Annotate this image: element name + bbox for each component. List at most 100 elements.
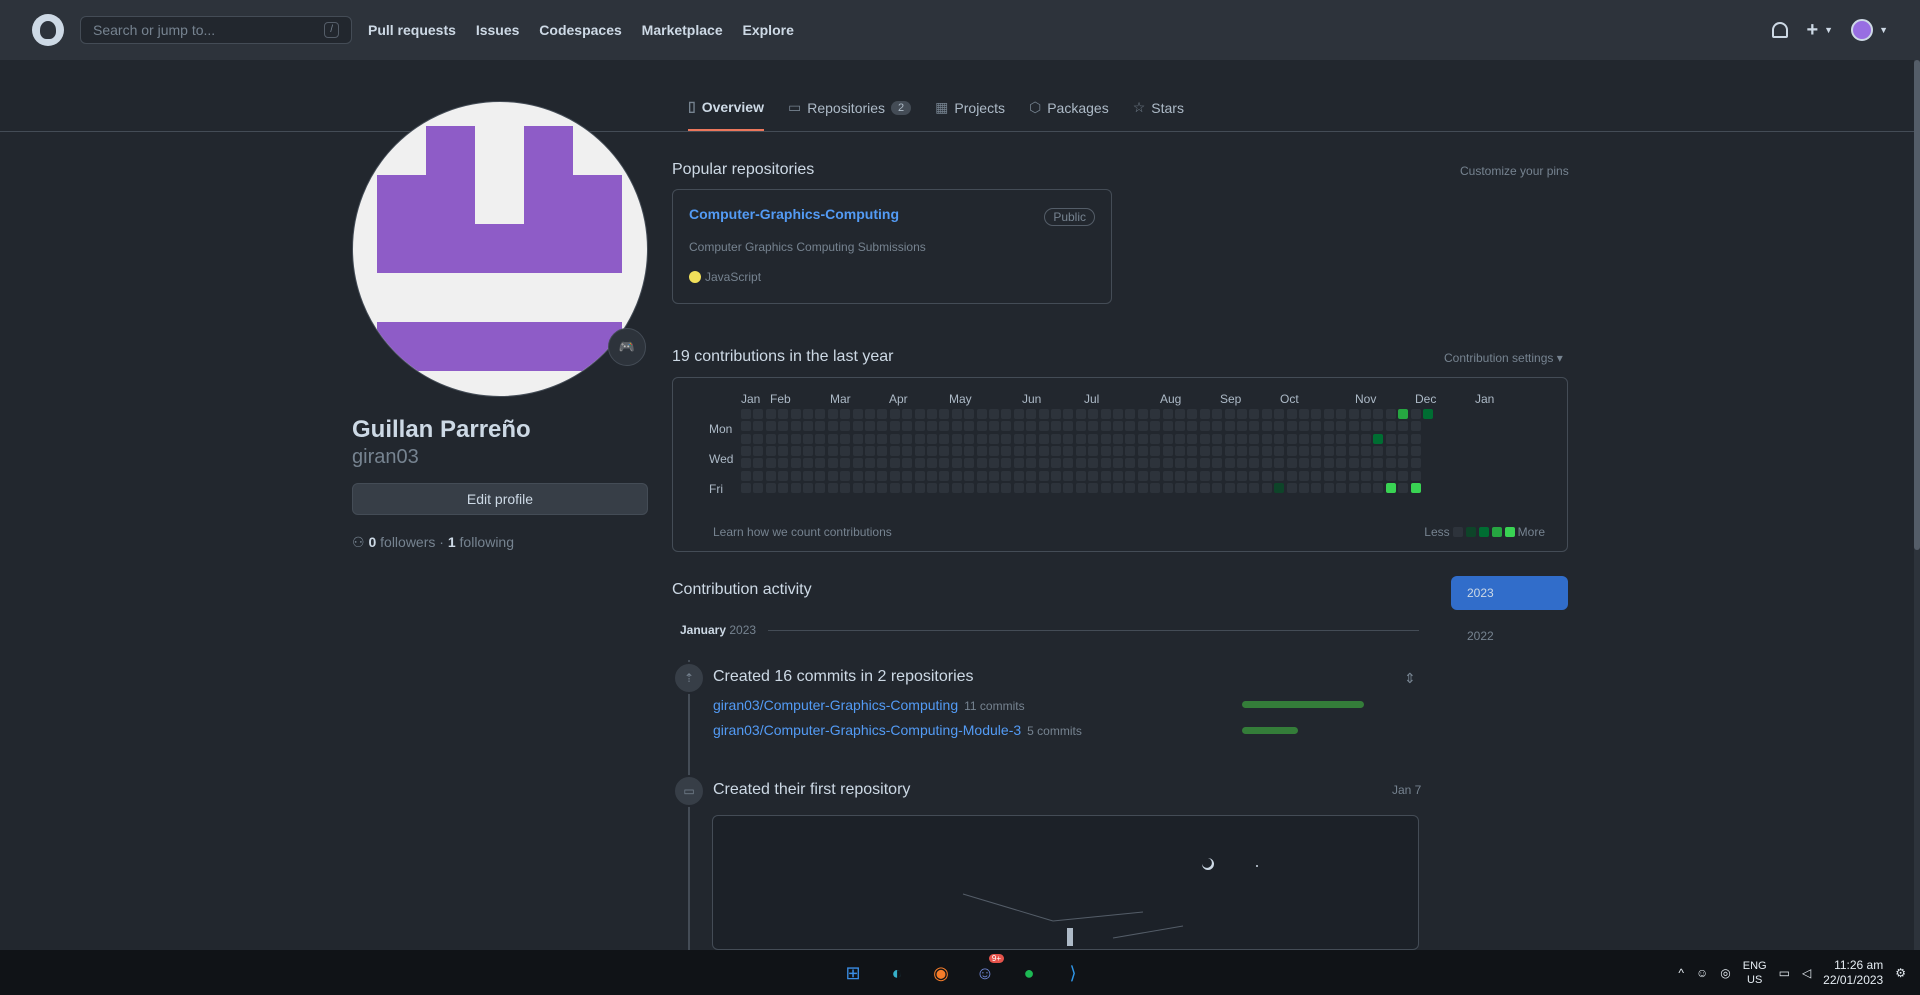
contribution-cell[interactable] — [790, 421, 801, 432]
contribution-cell[interactable] — [964, 421, 975, 432]
contribution-cell[interactable] — [865, 421, 875, 432]
contribution-cell[interactable] — [976, 458, 987, 469]
contribution-cell[interactable] — [1051, 433, 1061, 444]
contribution-cell[interactable] — [1150, 470, 1161, 481]
contribution-cell[interactable] — [1075, 445, 1086, 456]
contribution-cell[interactable] — [1100, 421, 1111, 432]
contribution-cell[interactable] — [1199, 482, 1210, 493]
contribution-cell[interactable] — [1212, 445, 1223, 456]
contribution-cell[interactable] — [1162, 482, 1173, 493]
nav-explore[interactable]: Explore — [743, 22, 794, 38]
contribution-cell[interactable] — [1137, 482, 1148, 493]
contribution-cell[interactable] — [790, 482, 801, 493]
camera-tray-icon[interactable]: ◎ — [1720, 966, 1730, 980]
contribution-cell[interactable] — [1336, 470, 1347, 481]
contribution-cell[interactable] — [1224, 470, 1235, 481]
contribution-cell[interactable] — [1361, 482, 1371, 493]
contribution-cell[interactable] — [889, 421, 900, 432]
followers-count[interactable]: 0 — [368, 534, 376, 550]
contribution-cell[interactable] — [1224, 445, 1235, 456]
contribution-cell[interactable] — [1299, 409, 1309, 419]
contribution-cell[interactable] — [790, 470, 801, 481]
contribution-cell[interactable] — [1038, 421, 1049, 432]
contribution-cell[interactable] — [1299, 470, 1309, 481]
contribution-cell[interactable] — [1336, 482, 1347, 493]
contribution-cell[interactable] — [1125, 458, 1136, 469]
contribution-cell[interactable] — [902, 458, 913, 469]
contribution-cell[interactable] — [1398, 445, 1409, 456]
status-emoji-icon[interactable]: 🎮 — [608, 328, 646, 366]
contribution-cell[interactable] — [815, 433, 826, 444]
contribution-cell[interactable] — [989, 445, 999, 456]
contribution-cell[interactable] — [1311, 421, 1322, 432]
contribution-cell[interactable] — [1410, 482, 1421, 493]
contribution-cell[interactable] — [989, 482, 999, 493]
contribution-cell[interactable] — [902, 421, 913, 432]
contribution-cell[interactable] — [865, 458, 875, 469]
contribution-cell[interactable] — [1385, 409, 1396, 419]
contribution-cell[interactable] — [753, 421, 764, 432]
contribution-cell[interactable] — [951, 482, 962, 493]
contribution-cell[interactable] — [914, 470, 925, 481]
contribution-cell[interactable] — [1224, 458, 1235, 469]
contribution-cell[interactable] — [827, 433, 838, 444]
contribution-cell[interactable] — [741, 482, 751, 493]
contribution-cell[interactable] — [927, 433, 937, 444]
contribution-cell[interactable] — [1410, 458, 1421, 469]
search-input[interactable]: Search or jump to... / — [80, 16, 352, 44]
contribution-cell[interactable] — [778, 445, 789, 456]
contribution-cell[interactable] — [1013, 445, 1024, 456]
commit-repo-name[interactable]: giran03/Computer-Graphics-Computing-Modu… — [713, 722, 1021, 738]
contribution-cell[interactable] — [976, 470, 987, 481]
contribution-cell[interactable] — [1150, 421, 1161, 432]
contribution-cell[interactable] — [1286, 409, 1297, 419]
contribution-cell[interactable] — [989, 470, 999, 481]
contribution-cell[interactable] — [741, 433, 751, 444]
contribution-cell[interactable] — [1237, 433, 1247, 444]
contribution-cell[interactable] — [1100, 409, 1111, 419]
contribution-cell[interactable] — [1088, 482, 1099, 493]
contribution-cell[interactable] — [927, 421, 937, 432]
contribution-cell[interactable] — [778, 409, 789, 419]
contribution-cell[interactable] — [840, 470, 851, 481]
contribution-cell[interactable] — [815, 445, 826, 456]
contribution-cell[interactable] — [765, 470, 776, 481]
contribution-cell[interactable] — [1125, 482, 1136, 493]
contribution-cell[interactable] — [1162, 458, 1173, 469]
contribution-cell[interactable] — [1125, 421, 1136, 432]
contribution-cell[interactable] — [1075, 482, 1086, 493]
contribution-cell[interactable] — [1274, 458, 1285, 469]
contribution-cell[interactable] — [989, 433, 999, 444]
contribution-cell[interactable] — [815, 470, 826, 481]
contribution-cell[interactable] — [1261, 482, 1272, 493]
contribution-cell[interactable] — [976, 482, 987, 493]
contribution-settings-dropdown[interactable]: Contribution settings ▾ — [1444, 351, 1563, 365]
contribution-cell[interactable] — [1398, 482, 1409, 493]
contribution-cell[interactable] — [1187, 470, 1198, 481]
contribution-cell[interactable] — [1249, 470, 1260, 481]
nav-pull-requests[interactable]: Pull requests — [368, 22, 456, 38]
contribution-cell[interactable] — [1336, 445, 1347, 456]
contribution-cell[interactable] — [1261, 470, 1272, 481]
contribution-cell[interactable] — [914, 458, 925, 469]
contribution-cell[interactable] — [1299, 421, 1309, 432]
contribution-cell[interactable] — [1113, 433, 1123, 444]
learn-contributions-link[interactable]: Learn how we count contributions — [713, 525, 892, 539]
contribution-cell[interactable] — [765, 482, 776, 493]
contribution-cell[interactable] — [1001, 458, 1012, 469]
contribution-cell[interactable] — [1026, 470, 1037, 481]
contribution-cell[interactable] — [1113, 409, 1123, 419]
contribution-cell[interactable] — [803, 433, 813, 444]
contribution-cell[interactable] — [1237, 445, 1247, 456]
contribution-cell[interactable] — [852, 482, 863, 493]
contribution-cell[interactable] — [1075, 421, 1086, 432]
contribution-cell[interactable] — [1088, 470, 1099, 481]
github-logo-icon[interactable] — [32, 14, 64, 46]
contribution-cell[interactable] — [889, 470, 900, 481]
contribution-cell[interactable] — [1423, 409, 1433, 419]
contribution-cell[interactable] — [840, 482, 851, 493]
contribution-cell[interactable] — [1026, 458, 1037, 469]
contribution-cell[interactable] — [1001, 421, 1012, 432]
contribution-cell[interactable] — [914, 421, 925, 432]
contribution-cell[interactable] — [1385, 458, 1396, 469]
